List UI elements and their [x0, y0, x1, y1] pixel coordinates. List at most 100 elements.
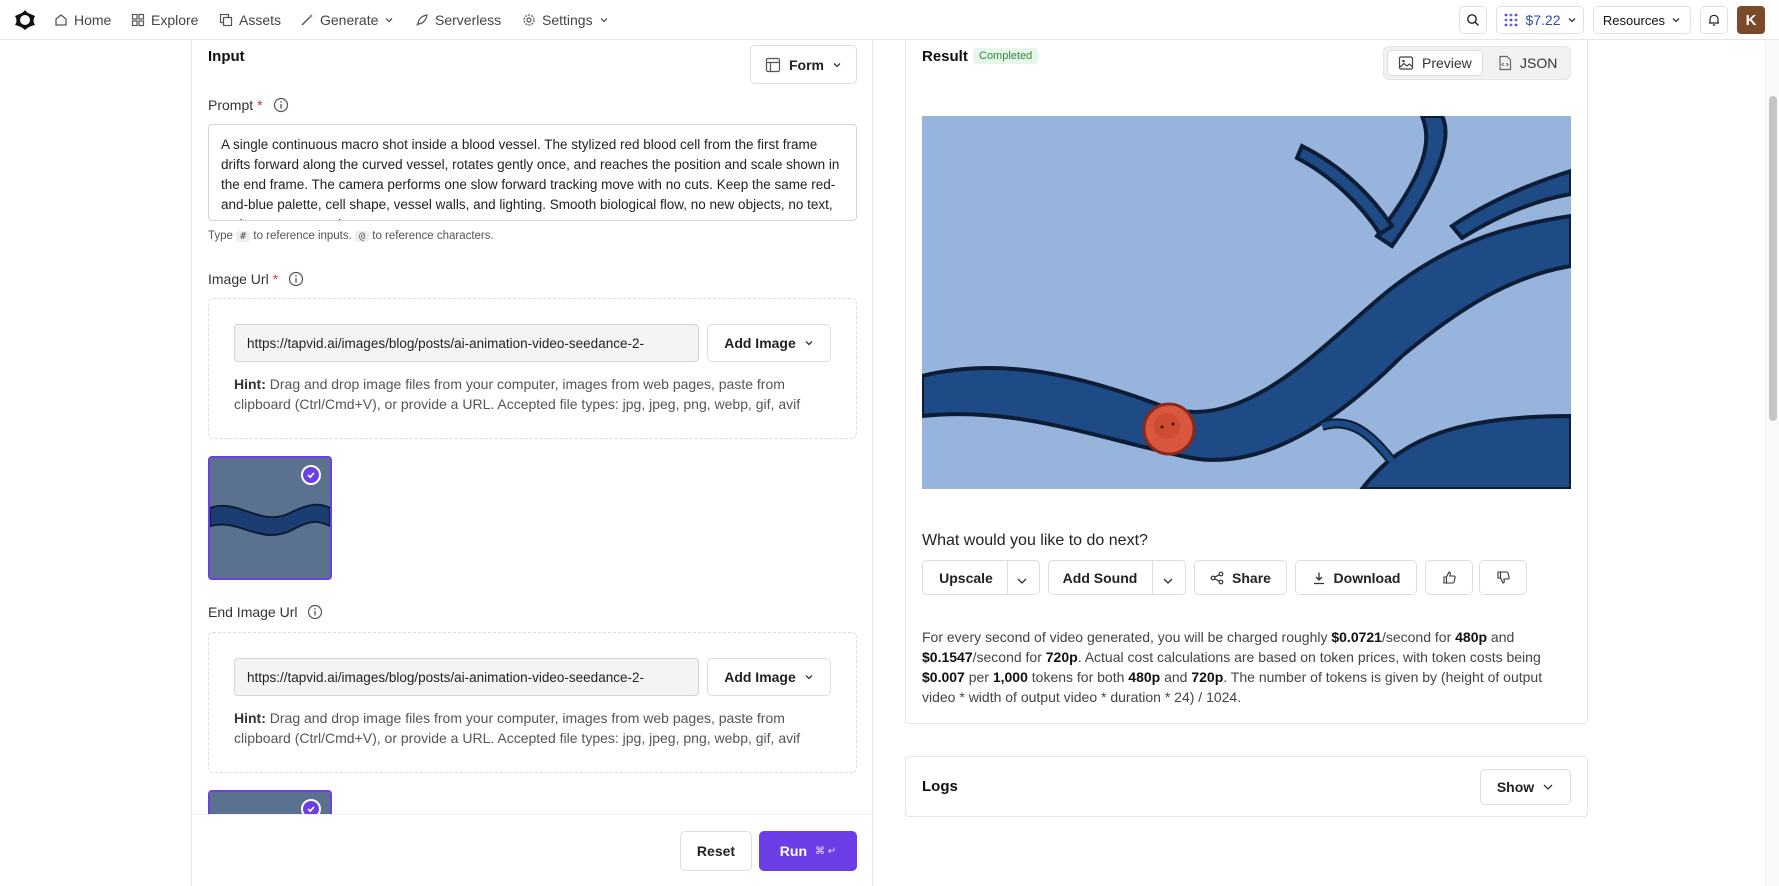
wand-icon — [301, 14, 313, 26]
pricing-info: For every second of video generated, you… — [922, 627, 1572, 707]
add-image-button[interactable]: Add Image — [707, 324, 831, 362]
nav-home[interactable]: Home — [54, 0, 111, 40]
download-icon — [1313, 572, 1324, 584]
hash-key: # — [236, 231, 251, 242]
pricing-text: and — [1487, 629, 1515, 645]
app-logo-icon[interactable] — [14, 9, 36, 31]
nav-home-label: Home — [74, 12, 112, 28]
logs-toggle-label: Show — [1496, 779, 1535, 795]
credits-dots-icon — [1505, 13, 1518, 27]
pricing-text: tokens for both — [1027, 669, 1129, 685]
scrollbar-thumb[interactable] — [1769, 96, 1777, 421]
chevron-down-icon — [1672, 18, 1680, 23]
download-button[interactable]: Download — [1295, 560, 1417, 595]
token-count: 1,000 — [992, 669, 1028, 685]
nav-serverless[interactable]: Serverless — [415, 0, 501, 40]
grid-icon — [131, 13, 145, 27]
nav-generate[interactable]: Generate — [300, 0, 394, 40]
thumbs-up-button[interactable] — [1425, 560, 1473, 595]
download-label: Download — [1333, 569, 1401, 586]
notifications-button[interactable] — [1700, 6, 1728, 34]
tab-preview[interactable]: Preview — [1387, 50, 1483, 76]
add-sound-options-button[interactable] — [1162, 573, 1174, 584]
end-image-dropzone[interactable] — [208, 632, 857, 773]
page-scrollbar[interactable] — [1765, 40, 1779, 886]
at-key: @ — [355, 231, 370, 242]
hint-bold: Hint: — [234, 710, 266, 726]
end-image-url-label: End Image Url — [208, 604, 323, 620]
chevron-down-icon — [1543, 784, 1553, 790]
nav-explore-label: Explore — [151, 12, 199, 28]
next-step-prompt: What would you like to do next? — [922, 532, 1148, 549]
form-mode-dropdown[interactable]: Form — [750, 45, 857, 84]
chevron-down-icon — [833, 62, 841, 67]
add-end-image-button[interactable]: Add Image — [707, 658, 831, 696]
info-icon[interactable] — [273, 97, 289, 113]
resolution: 480p — [1455, 629, 1488, 645]
resources-label: Resources — [1602, 12, 1666, 28]
chevron-down-icon — [600, 18, 608, 23]
gear-icon — [523, 14, 535, 26]
avatar[interactable]: K — [1737, 6, 1765, 34]
image-url-input[interactable]: https://tapvid.ai/images/blog/posts/ai-a… — [234, 324, 699, 362]
chevron-down-icon — [1568, 18, 1575, 23]
chevron-down-icon — [385, 18, 393, 23]
view-toggle: Preview JSON — [1383, 46, 1571, 80]
price-720p: $0.1547 — [922, 649, 973, 665]
pricing-text: and — [1160, 669, 1192, 685]
thumbs-down-icon — [1496, 571, 1510, 584]
prompt-textarea[interactable]: A single continuous macro shot inside a … — [208, 124, 857, 221]
result-preview[interactable] — [922, 116, 1571, 489]
selected-check-icon — [301, 465, 321, 485]
pricing-text: For every second of video generated, you… — [922, 629, 1332, 645]
required-mark: * — [257, 97, 263, 113]
ref-hint-characters: to reference characters. — [372, 230, 494, 242]
share-icon — [1210, 571, 1224, 584]
end-image-url-label-text: End Image Url — [208, 604, 298, 620]
result-title: Result — [922, 48, 968, 65]
share-button[interactable]: Share — [1194, 560, 1287, 595]
ref-hint-inputs: to reference inputs. — [253, 230, 352, 242]
thumbs-down-button[interactable] — [1479, 560, 1527, 595]
input-title: Input — [208, 48, 245, 65]
resolution: 720p — [1191, 669, 1224, 685]
share-label: Share — [1232, 569, 1271, 586]
upscale-options-button[interactable] — [1016, 573, 1028, 584]
thumbs-up-icon — [1442, 571, 1456, 584]
search-icon — [1467, 14, 1479, 26]
nav-settings-label: Settings — [542, 12, 593, 28]
nav-assets[interactable]: Assets — [219, 0, 281, 40]
token-price: $0.007 — [922, 669, 965, 685]
home-icon — [55, 14, 67, 26]
chevron-down-icon — [1163, 578, 1173, 584]
prompt-label-text: Prompt — [208, 97, 254, 113]
resolution: 480p — [1128, 669, 1161, 685]
nav-serverless-label: Serverless — [435, 12, 502, 28]
chevron-down-icon — [805, 341, 813, 346]
nav-assets-label: Assets — [239, 12, 282, 28]
ref-hint-type: Type — [208, 230, 233, 242]
chevron-down-icon — [1017, 578, 1027, 584]
search-button[interactable] — [1459, 6, 1487, 34]
pricing-text: /second for — [972, 649, 1046, 665]
tab-json[interactable]: JSON — [1488, 50, 1567, 76]
reset-button[interactable]: Reset — [680, 831, 752, 871]
form-mode-label: Form — [789, 56, 824, 73]
credits-button[interactable]: $7.22 — [1496, 6, 1584, 34]
logs-toggle-button[interactable]: Show — [1480, 769, 1571, 805]
file-code-icon — [1499, 55, 1512, 71]
resources-button[interactable]: Resources — [1593, 6, 1691, 34]
info-icon[interactable] — [307, 604, 323, 620]
end-image-hint: Hint: Drag and drop image files from you… — [234, 708, 834, 748]
run-button[interactable]: Run ⌘ ↵ — [759, 831, 857, 871]
image-dropzone[interactable] — [208, 298, 857, 439]
pricing-text: per — [964, 669, 993, 685]
add-end-image-label: Add Image — [724, 669, 796, 685]
info-icon[interactable] — [288, 271, 304, 287]
status-badge: Completed — [973, 48, 1039, 64]
nav-explore[interactable]: Explore — [131, 0, 198, 40]
nav-settings[interactable]: Settings — [522, 0, 609, 40]
end-image-url-input[interactable]: https://tapvid.ai/images/blog/posts/ai-a… — [234, 658, 699, 696]
hint-bold: Hint: — [234, 376, 266, 392]
reference-hint: Type # to reference inputs. @ to referen… — [208, 230, 494, 242]
